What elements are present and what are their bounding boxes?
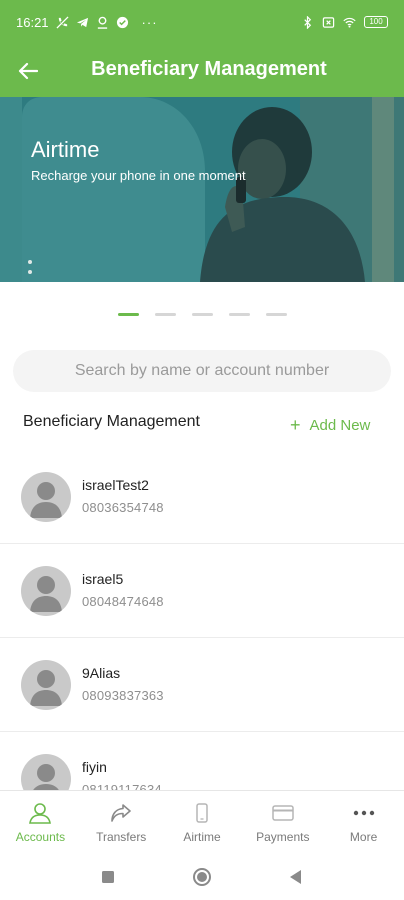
beneficiary-list: israelTest2 08036354748 israel5 08048474… [0,450,404,790]
phone-icon [196,803,208,823]
status-bar: 16:21 ··· 100 [0,0,404,44]
status-time: 16:21 [16,14,49,30]
tab-airtime[interactable]: Airtime [162,791,243,853]
call-muted-icon [56,15,69,29]
person-icon [30,669,62,706]
square-icon [102,871,114,883]
avatar [21,565,71,616]
banner-subtitle: Recharge your phone in one moment [31,168,246,183]
person-icon [32,763,60,790]
recents-button[interactable] [97,866,119,888]
beneficiary-name: 9Alias [82,664,121,681]
battery-icon: 100 [364,16,388,28]
bottom-navigation: Accounts Transfers Airtime Payments More [0,790,404,853]
location-icon [97,16,107,29]
banner-title: Airtime [31,137,100,162]
beneficiary-account: 08119117634 [82,781,162,791]
avatar [21,753,71,790]
page-title: Beneficiary Management [91,58,327,80]
section-title: Beneficiary Management [23,413,200,430]
home-button[interactable] [191,866,213,888]
pager-dot[interactable] [155,313,176,316]
circle-home-icon [193,868,211,886]
status-more-icon: ··· [141,14,158,30]
pager-dot[interactable] [118,313,139,316]
tab-accounts[interactable]: Accounts [0,791,81,853]
list-item[interactable]: fiyin 08119117634 [0,732,404,790]
bluetooth-icon [304,15,312,29]
tab-transfers[interactable]: Transfers [81,791,162,853]
card-icon [272,805,294,821]
tab-label: Airtime [183,830,221,844]
pager-dot[interactable] [192,313,213,316]
sim-x-icon [322,16,335,28]
add-new-label: Add New [309,417,371,434]
list-item[interactable]: 9Alias 08093837363 [0,638,404,732]
tab-more[interactable]: More [323,791,404,853]
beneficiary-account: 08036354748 [82,499,164,515]
beneficiary-name: israelTest2 [82,476,149,493]
add-new-button[interactable]: + Add New [290,415,371,435]
avatar [21,471,71,522]
pager-dot[interactable] [266,313,287,316]
person-icon [30,575,62,612]
list-item[interactable]: israelTest2 08036354748 [0,450,404,544]
wifi-icon [343,17,356,28]
share-arrow-icon [111,804,131,822]
search-input[interactable] [13,362,391,380]
pager-dot[interactable] [229,313,250,316]
tab-label: Accounts [15,830,66,844]
tab-payments[interactable]: Payments [242,791,323,853]
user-icon [29,803,52,824]
promo-banner[interactable]: Airtime Recharge your phone in one momen… [0,97,404,282]
list-item[interactable]: israel5 08048474648 [0,544,404,638]
beneficiary-account: 08048474648 [82,593,164,609]
system-nav-bar [0,853,404,900]
beneficiary-account: 08093837363 [82,687,164,703]
top-bar: 16:21 ··· 100 Beneficiary Management [0,0,404,97]
app-bar: Beneficiary Management [0,44,404,97]
tab-label: More [349,830,378,844]
plus-icon: + [290,415,301,435]
beneficiary-name: israel5 [82,570,124,587]
search-bar [13,350,391,392]
avatar [21,659,71,710]
telegram-icon [76,17,88,27]
back-system-button[interactable] [284,866,306,888]
verified-check-icon [116,16,128,28]
banner-image [0,97,404,282]
person-icon [30,481,62,518]
beneficiary-name: fiyin [82,758,107,775]
triangle-back-icon [290,870,301,884]
banner-pager [118,313,287,316]
tab-label: Transfers [96,830,147,844]
tab-label: Payments [256,830,310,844]
more-dots-icon [353,810,374,816]
